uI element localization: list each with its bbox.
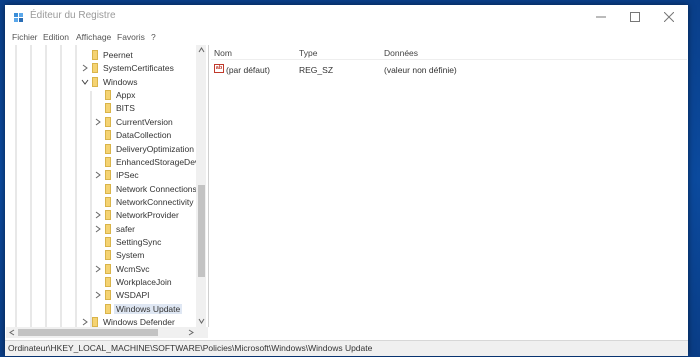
- close-button[interactable]: [656, 8, 682, 26]
- chevron-right-icon[interactable]: [81, 64, 89, 72]
- column-header-name[interactable]: Nom: [214, 48, 232, 58]
- tree-vertical-scrollbar[interactable]: [196, 45, 206, 327]
- folder-icon: [105, 197, 111, 207]
- regedit-icon: [13, 11, 25, 23]
- key-path: Ordinateur\HKEY_LOCAL_MACHINE\SOFTWARE\P…: [8, 343, 373, 353]
- minimize-icon: [596, 16, 606, 18]
- folder-icon: [105, 130, 111, 140]
- status-bar: Ordinateur\HKEY_LOCAL_MACHINE\SOFTWARE\P…: [5, 340, 688, 356]
- scroll-thumb[interactable]: [18, 329, 158, 336]
- folder-icon: [105, 290, 111, 300]
- folder-icon: [105, 117, 111, 127]
- values-list[interactable]: Nom Type Données ab (par défaut) REG_SZ …: [211, 45, 687, 338]
- folder-icon: [105, 210, 111, 220]
- list-row[interactable]: ab (par défaut) REG_SZ (valeur non défin…: [211, 63, 687, 75]
- column-header-data[interactable]: Données: [384, 48, 418, 58]
- folder-icon: [105, 250, 111, 260]
- chevron-right-icon[interactable]: [81, 318, 89, 326]
- folder-icon: [105, 304, 111, 314]
- registry-editor-window: Éditeur du Registre Fichier Edition Affi…: [5, 5, 688, 356]
- chevron-right-icon[interactable]: [94, 291, 102, 299]
- scroll-thumb[interactable]: [198, 185, 205, 277]
- folder-icon: [92, 317, 98, 327]
- column-header-type[interactable]: Type: [299, 48, 317, 58]
- chevron-right-icon[interactable]: [94, 265, 102, 273]
- menu-bar: Fichier Edition Affichage Favoris ?: [5, 30, 688, 44]
- close-icon: [664, 12, 674, 22]
- folder-icon: [92, 63, 98, 73]
- folder-icon: [105, 170, 111, 180]
- list-header: Nom Type Données: [211, 45, 687, 60]
- folder-icon: [105, 103, 111, 113]
- chevron-down-icon[interactable]: [81, 78, 89, 86]
- folder-icon: [92, 50, 98, 60]
- value-name: (par défaut): [226, 65, 270, 75]
- chevron-right-icon[interactable]: [94, 225, 102, 233]
- title-bar[interactable]: Éditeur du Registre: [5, 5, 688, 29]
- string-value-icon: ab: [214, 64, 224, 73]
- value-type: REG_SZ: [299, 65, 334, 75]
- folder-icon: [105, 224, 111, 234]
- folder-icon: [92, 77, 98, 87]
- maximize-button[interactable]: [622, 8, 648, 26]
- chevron-right-icon[interactable]: [94, 171, 102, 179]
- menu-edition[interactable]: Edition: [43, 32, 69, 42]
- scroll-right-icon[interactable]: [188, 329, 194, 336]
- folder-icon: [105, 157, 111, 167]
- minimize-button[interactable]: [588, 8, 614, 26]
- menu-fichier[interactable]: Fichier: [12, 32, 38, 42]
- tree-horizontal-scrollbar[interactable]: [6, 327, 208, 338]
- folder-icon: [105, 144, 111, 154]
- menu-affichage[interactable]: Affichage: [76, 32, 111, 42]
- folder-icon: [105, 184, 111, 194]
- chevron-right-icon[interactable]: [94, 211, 102, 219]
- folder-icon: [105, 90, 111, 100]
- scroll-up-icon[interactable]: [198, 47, 205, 53]
- value-data: (valeur non définie): [384, 65, 457, 75]
- key-tree[interactable]: Peernet SystemCertificates Windows Appx …: [6, 45, 209, 327]
- menu-help[interactable]: ?: [151, 32, 156, 42]
- scroll-down-icon[interactable]: [198, 318, 205, 324]
- folder-icon: [105, 277, 111, 287]
- folder-icon: [105, 264, 111, 274]
- window-title: Éditeur du Registre: [30, 10, 116, 21]
- folder-icon: [105, 237, 111, 247]
- scroll-left-icon[interactable]: [9, 329, 15, 336]
- maximize-icon: [630, 12, 640, 22]
- menu-favoris[interactable]: Favoris: [117, 32, 145, 42]
- chevron-right-icon[interactable]: [94, 118, 102, 126]
